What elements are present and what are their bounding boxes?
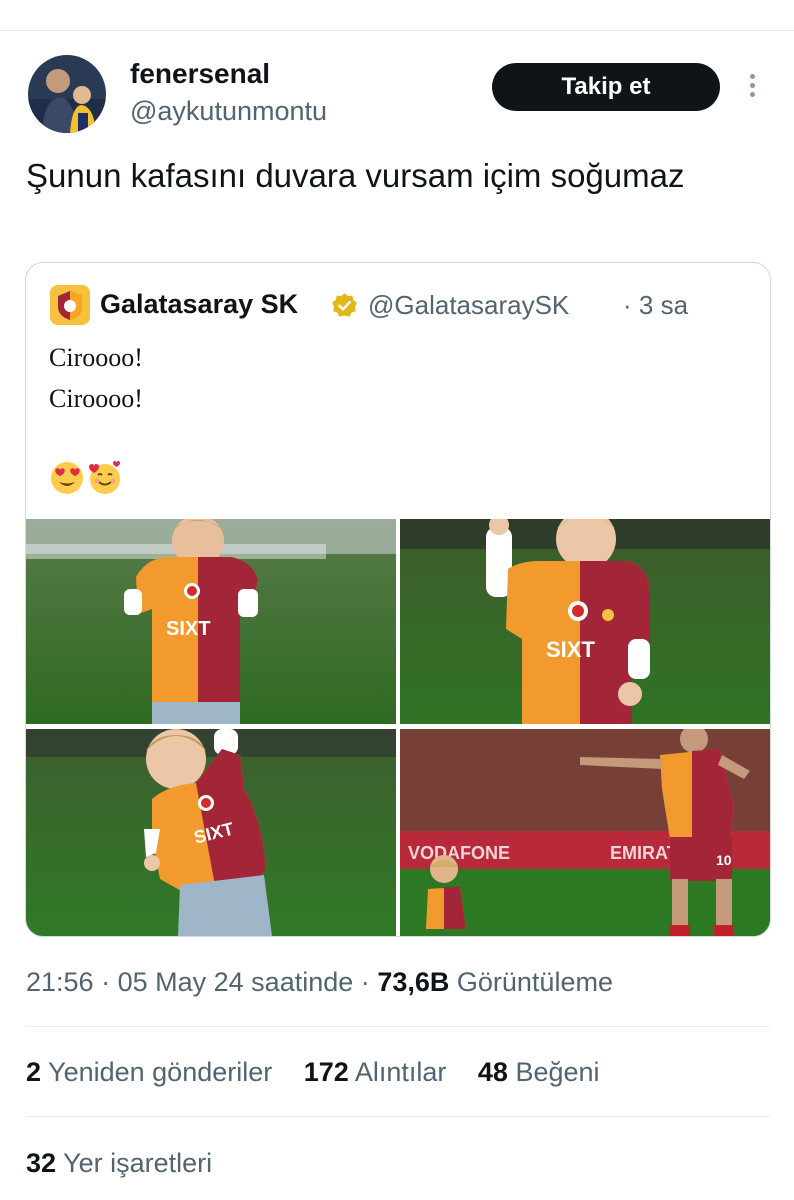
bookmarks-stat[interactable]: 32 Yer işaretleri — [26, 1148, 212, 1179]
meta-separator: · — [101, 967, 111, 997]
heart-eyes-emoji-icon — [51, 462, 83, 494]
likes-count: 48 — [477, 1057, 508, 1087]
quotes-stat[interactable]: 172 Alıntılar — [304, 1057, 447, 1088]
tweet-date[interactable]: 05 May 24 saatinde — [118, 967, 354, 997]
quotes-count: 172 — [303, 1057, 349, 1087]
views-count: 73,6B — [377, 967, 450, 997]
quote-text-line-1: Ciroooo! — [49, 343, 143, 372]
tweet-text: Şunun kafasını duvara vursam içim soğuma… — [26, 157, 685, 194]
reposts-label: Yeniden gönderiler — [48, 1057, 273, 1087]
quoted-tweet-card[interactable]: Galatasaray SK @GalatasaraySK · 3 sa Cir… — [25, 262, 771, 937]
tweet-time[interactable]: 21:56 — [26, 967, 94, 997]
reposts-count: 2 — [26, 1057, 42, 1087]
user-avatar[interactable] — [28, 55, 106, 133]
svg-text:10: 10 — [716, 852, 732, 868]
meta-separator: · — [360, 967, 370, 997]
engagement-stats: 2 Yeniden gönderiler 172 Alıntılar 48 Be… — [26, 1057, 624, 1088]
quote-photo-1[interactable]: SIXT — [26, 519, 396, 724]
divider — [26, 1026, 770, 1027]
quote-timestamp[interactable]: · 3 sa — [623, 290, 688, 321]
top-divider — [0, 30, 794, 31]
bookmarks-count: 32 — [26, 1148, 57, 1178]
bookmarks-label: Yer işaretleri — [63, 1148, 213, 1178]
quote-photo-2[interactable]: SIXT — [400, 519, 770, 724]
smiling-face-with-hearts-emoji-icon — [89, 461, 120, 494]
follow-button[interactable]: Takip et — [492, 63, 720, 111]
quote-photo-4[interactable]: VODAFONE EMIRATES 10 — [400, 729, 770, 936]
svg-text:VODAFONE: VODAFONE — [408, 843, 510, 863]
display-name[interactable]: fenersenal — [130, 58, 270, 90]
galatasaray-logo-icon — [50, 285, 90, 325]
svg-text:SIXT: SIXT — [546, 637, 595, 662]
views-label: Görüntüleme — [456, 967, 613, 997]
verified-badge-icon — [331, 292, 358, 319]
quote-photo-3[interactable]: SIXT — [26, 729, 396, 936]
user-avatar-photo-icon — [28, 55, 106, 133]
likes-stat[interactable]: 48 Beğeni — [478, 1057, 600, 1088]
likes-label: Beğeni — [515, 1057, 600, 1087]
svg-text:SIXT: SIXT — [166, 618, 210, 640]
tweet-meta: 21:56 · 05 May 24 saatinde · 73,6B Görün… — [26, 967, 613, 998]
quotes-label: Alıntılar — [354, 1057, 447, 1087]
quote-author-name[interactable]: Galatasaray SK — [100, 289, 298, 320]
more-vertical-icon[interactable] — [746, 74, 758, 104]
quote-author-handle[interactable]: @GalatasaraySK — [368, 290, 569, 321]
divider — [26, 1116, 770, 1117]
quote-text-line-2: Ciroooo! — [49, 384, 143, 413]
user-handle[interactable]: @aykutunmontu — [130, 96, 327, 127]
reposts-stat[interactable]: 2 Yeniden gönderiler — [26, 1057, 272, 1088]
